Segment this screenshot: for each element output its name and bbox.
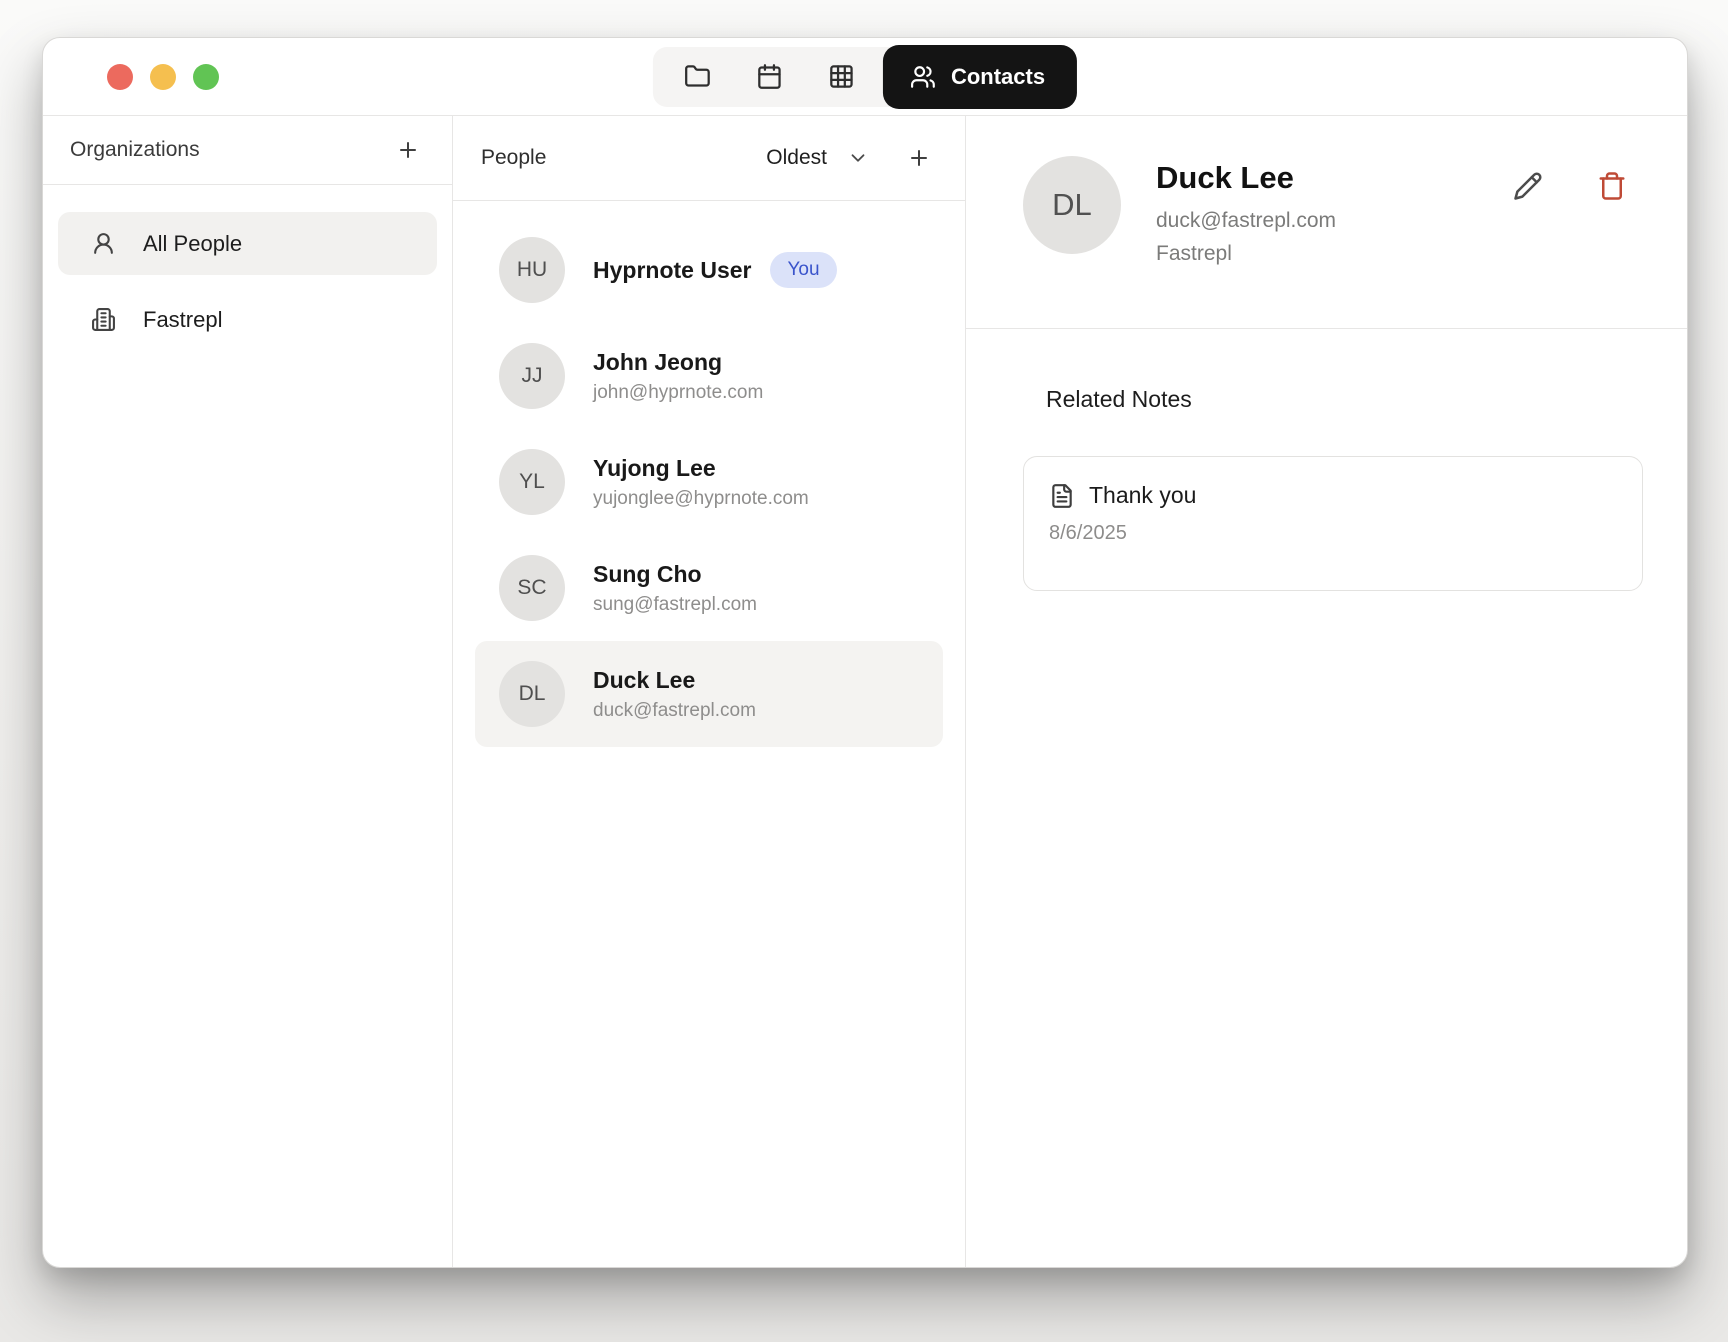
avatar: SC (499, 555, 565, 621)
person-name: Hyprnote User (593, 257, 751, 284)
users-icon (910, 64, 936, 90)
minimize-window-button[interactable] (150, 64, 176, 90)
traffic-lights (107, 38, 219, 116)
note-date: 8/6/2025 (1049, 522, 1616, 545)
person-email: sung@fastrepl.com (593, 594, 757, 616)
app-window: Contacts Organizations (42, 37, 1688, 1268)
person-name: Sung Cho (593, 561, 757, 588)
you-badge: You (770, 252, 836, 288)
sort-dropdown[interactable]: Oldest (766, 146, 869, 170)
contact-detail-header: DL Duck Lee duck@fastrepl.com Fastrepl (966, 116, 1688, 329)
add-person-button[interactable] (903, 142, 935, 174)
chevron-down-icon (847, 147, 869, 169)
close-window-button[interactable] (107, 64, 133, 90)
people-header: People Oldest (453, 116, 965, 201)
avatar: DL (499, 661, 565, 727)
contact-detail-panel: DL Duck Lee duck@fastrepl.com Fastrepl (966, 116, 1688, 1267)
note-title: Thank you (1089, 482, 1196, 509)
view-switcher: Contacts (653, 45, 1077, 109)
person-email: duck@fastrepl.com (593, 700, 756, 722)
avatar: DL (1023, 156, 1121, 254)
related-notes-title: Related Notes (1046, 386, 1643, 413)
contact-name: Duck Lee (1156, 160, 1336, 196)
people-list: HU Hyprnote User You JJ John Jeong j (453, 201, 965, 747)
sidebar-item-label: Fastrepl (143, 307, 222, 333)
contact-detail-body: Related Notes Thank you 8/6/2025 (966, 329, 1688, 591)
person-email: john@hyprnote.com (593, 382, 763, 404)
contacts-tab-label: Contacts (951, 64, 1045, 90)
tab-notes[interactable] (661, 47, 733, 107)
avatar: YL (499, 449, 565, 515)
trash-icon (1597, 171, 1627, 201)
zoom-window-button[interactable] (193, 64, 219, 90)
person-row-sung-cho[interactable]: SC Sung Cho sung@fastrepl.com (475, 535, 943, 641)
tab-table[interactable] (805, 47, 877, 107)
people-panel: People Oldest HU (453, 116, 966, 1267)
organizations-list: All People Fastrepl (43, 185, 452, 351)
edit-contact-button[interactable] (1511, 169, 1545, 203)
pencil-icon (1513, 171, 1543, 201)
delete-contact-button[interactable] (1595, 169, 1629, 203)
main-content: Organizations All People (43, 116, 1687, 1267)
file-text-icon (1049, 483, 1075, 509)
user-icon (91, 231, 116, 256)
person-row-yujong-lee[interactable]: YL Yujong Lee yujonglee@hyprnote.com (475, 429, 943, 535)
desktop-background: Contacts Organizations (0, 0, 1728, 1342)
person-row-hyprnote-user[interactable]: HU Hyprnote User You (475, 217, 943, 323)
add-organization-button[interactable] (392, 134, 424, 166)
note-card-thank-you[interactable]: Thank you 8/6/2025 (1023, 456, 1643, 591)
sidebar-item-all-people[interactable]: All People (58, 212, 437, 275)
tab-contacts[interactable]: Contacts (883, 45, 1077, 109)
folder-icon (683, 63, 710, 90)
person-row-john-jeong[interactable]: JJ John Jeong john@hyprnote.com (475, 323, 943, 429)
tab-calendar[interactable] (733, 47, 805, 107)
sort-dropdown-value: Oldest (766, 146, 827, 170)
contact-email: duck@fastrepl.com (1156, 209, 1336, 233)
person-name: John Jeong (593, 349, 763, 376)
table-icon (827, 63, 854, 90)
avatar: JJ (499, 343, 565, 409)
contact-actions (1511, 156, 1629, 328)
sidebar-item-fastrepl[interactable]: Fastrepl (58, 288, 437, 351)
view-switcher-group (653, 47, 911, 107)
sidebar-item-label: All People (143, 231, 242, 257)
person-row-duck-lee[interactable]: DL Duck Lee duck@fastrepl.com (475, 641, 943, 747)
organizations-title: Organizations (70, 138, 200, 162)
plus-icon (907, 146, 931, 170)
plus-icon (396, 138, 420, 162)
contact-organization: Fastrepl (1156, 242, 1336, 266)
organizations-sidebar: Organizations All People (43, 116, 453, 1267)
avatar: HU (499, 237, 565, 303)
person-email: yujonglee@hyprnote.com (593, 488, 809, 510)
titlebar: Contacts (43, 38, 1687, 116)
person-name: Duck Lee (593, 667, 756, 694)
building-icon (91, 307, 116, 332)
people-title: People (481, 146, 546, 170)
calendar-icon (755, 63, 782, 90)
person-name: Yujong Lee (593, 455, 809, 482)
organizations-header: Organizations (43, 116, 452, 185)
